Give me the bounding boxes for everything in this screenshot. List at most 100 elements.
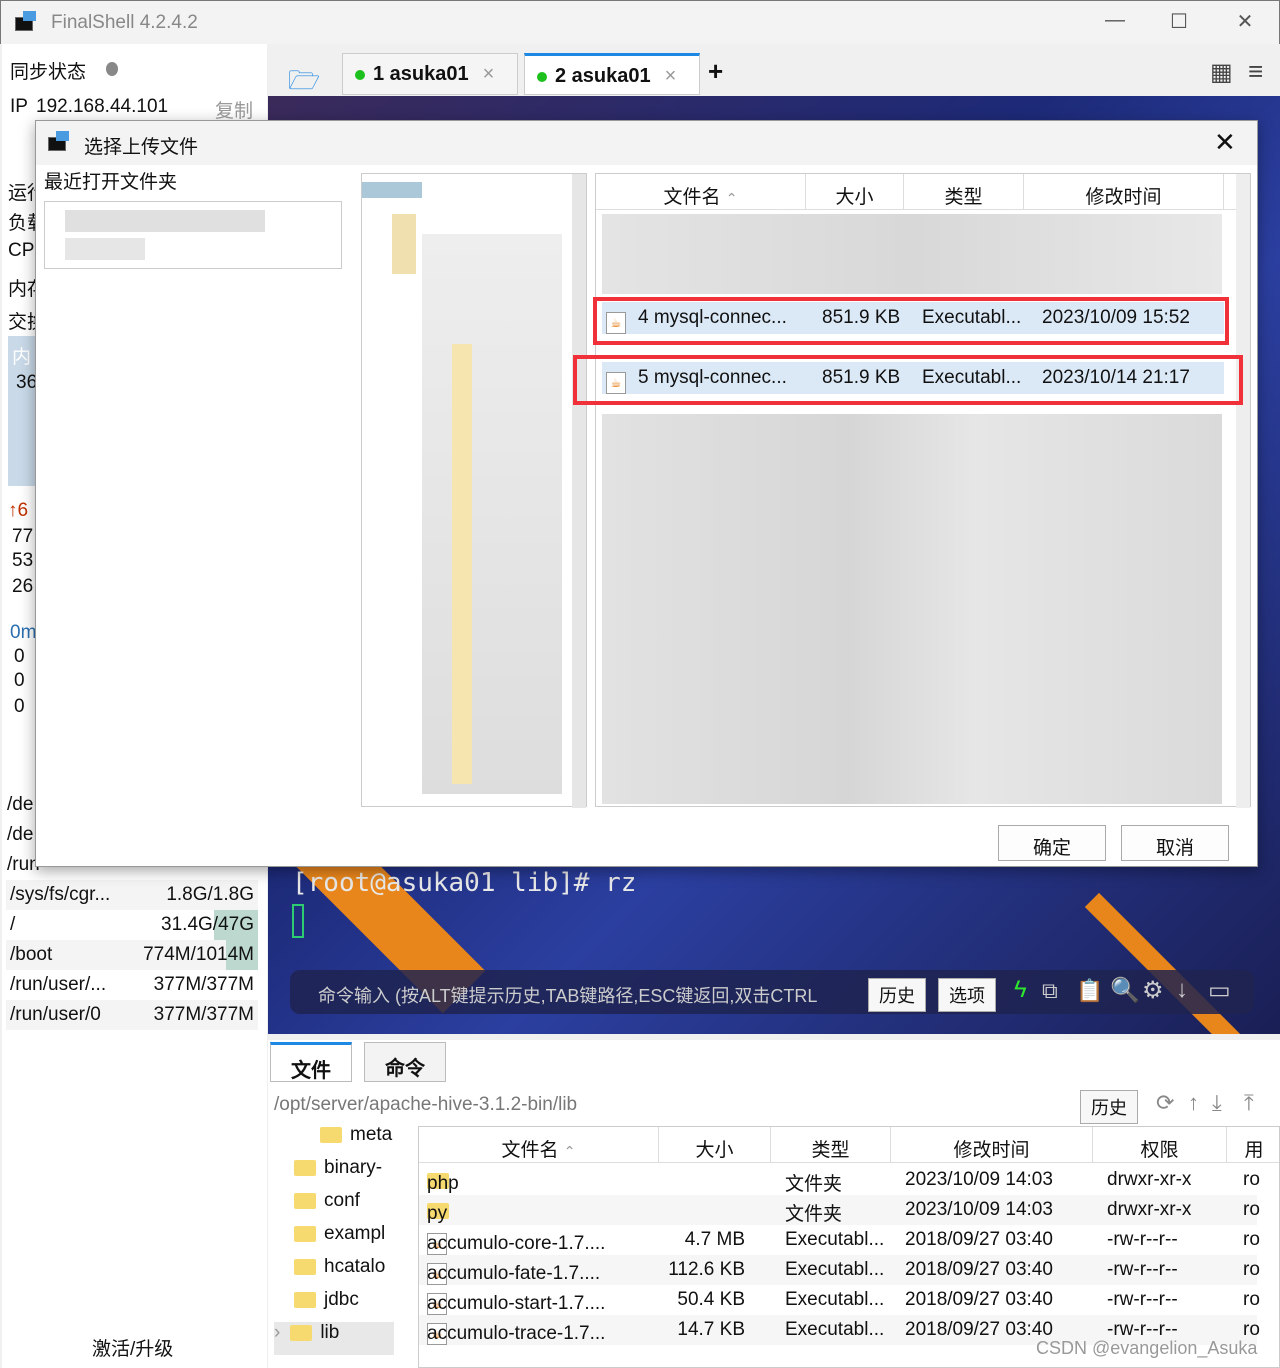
ok-button[interactable]: 确定	[998, 825, 1106, 861]
tree-scrollbar[interactable]	[572, 174, 586, 808]
file-user: ro	[1243, 1259, 1260, 1280]
activate-upgrade-link[interactable]: 激活/升级	[92, 1334, 173, 1361]
file-modified: 2023/10/09 14:03	[905, 1199, 1053, 1220]
lightning-icon[interactable]: ϟ	[1014, 976, 1027, 1004]
col-modified[interactable]: 修改时间	[1024, 174, 1224, 210]
file-permissions: -rw-r--r--	[1107, 1289, 1178, 1310]
menu-icon[interactable]: ≡	[1248, 56, 1263, 87]
col-user[interactable]: 用	[1227, 1127, 1279, 1163]
file-name: accumulo-trace-1.7...	[427, 1323, 606, 1344]
recent-folders-list[interactable]	[44, 201, 342, 269]
remote-file-header: 文件名 ⌃ 大小 类型 修改时间 权限 用	[419, 1127, 1279, 1163]
copy-icon[interactable]: ⧉	[1042, 978, 1058, 1004]
tree-item[interactable]: hcatalo	[294, 1256, 385, 1289]
tab-label: 1 asuka01	[373, 63, 469, 85]
up-dir-icon[interactable]: ↑	[1188, 1090, 1199, 1116]
maximize-button[interactable]: ☐	[1159, 9, 1199, 37]
arrow-down-icon[interactable]: ↓	[1176, 976, 1188, 1004]
minimize-button[interactable]: —	[1095, 9, 1135, 37]
remote-file-list[interactable]: 文件名 ⌃ 大小 类型 修改时间 权限 用 php 文件夹 2023/10/09 1…	[418, 1126, 1280, 1368]
col-modified[interactable]: 修改时间	[891, 1127, 1093, 1163]
file-name: php	[427, 1173, 459, 1194]
tree-item[interactable]: jdbc	[294, 1289, 359, 1322]
upload-speed: ↑6	[8, 500, 29, 521]
dialog-close-button[interactable]: ✕	[1214, 127, 1236, 158]
tab-session-2[interactable]: 2 asuka01 ×	[524, 53, 700, 95]
col-type[interactable]: 类型	[771, 1127, 891, 1163]
file-row[interactable]: php 文件夹 2023/10/09 14:03 drwxr-xr-x ro	[419, 1165, 1260, 1195]
terminal-prompt: [root@asuka01 lib]# rz	[292, 868, 637, 898]
tree-item[interactable]: exampl	[294, 1223, 385, 1256]
file-modified: 2018/09/27 03:40	[905, 1319, 1053, 1340]
dir-tree[interactable]: meta binary- conf exampl hcatalo jdbc › l…	[268, 1124, 408, 1368]
file-size: 50.4 KB	[677, 1289, 745, 1310]
copy-ip-button[interactable]: 复制	[215, 96, 253, 123]
file-permissions: -rw-r--r--	[1107, 1259, 1178, 1280]
col-size[interactable]: 大小	[659, 1127, 771, 1163]
tree-item-selected[interactable]: › lib	[274, 1322, 394, 1355]
options-button[interactable]: 选项	[938, 978, 996, 1012]
file-row[interactable]: ☕ accumulo-core-1.7.... 4.7 MB Executabl...…	[419, 1225, 1260, 1255]
tree-item[interactable]: binary-	[294, 1157, 382, 1190]
file-user: ro	[1243, 1169, 1260, 1190]
download-icon[interactable]: ⤓	[1212, 1090, 1222, 1116]
upload-file-dialog: 选择上传文件 ✕ 最近打开文件夹 文件名 ⌃ 大小 类型 修改时间 ☕ 4 mys…	[35, 120, 1258, 867]
tree-item[interactable]: meta	[320, 1124, 392, 1157]
disk-row: /boot 774M/1014M	[6, 940, 258, 970]
file-permissions: drwxr-xr-x	[1107, 1169, 1192, 1190]
latency-value: 0m	[10, 622, 37, 643]
command-input[interactable]: 命令输入 (按ALT键提示历史,TAB键路径,ESC键返回,双击CTRL	[318, 982, 817, 1008]
latency-row: 0	[14, 646, 25, 667]
col-size[interactable]: 大小	[806, 174, 904, 210]
close-tab-icon[interactable]: ×	[483, 63, 495, 85]
watermark: CSDN @evangelion_Asuka	[1036, 1338, 1258, 1358]
file-row[interactable]: ☕ accumulo-fate-1.7.... 112.6 KB Executabl.…	[419, 1255, 1260, 1285]
tab-commands[interactable]: 命令	[364, 1042, 446, 1082]
net-value: 53	[12, 550, 34, 571]
file-size: 4.7 MB	[684, 1229, 745, 1250]
search-icon[interactable]: 🔍	[1110, 976, 1140, 1005]
file-list[interactable]: 文件名 ⌃ 大小 类型 修改时间 ☕ 4 mysql-connec... 851.9…	[595, 173, 1251, 808]
disk-name: /de	[7, 794, 34, 815]
close-tab-icon[interactable]: ×	[665, 65, 677, 87]
sync-status-label: 同步状态	[10, 62, 87, 83]
history-button[interactable]: 历史	[868, 978, 926, 1012]
upload-icon[interactable]: ⤒	[1244, 1090, 1254, 1116]
latency-row: 0	[14, 670, 25, 691]
file-name: accumulo-start-1.7....	[427, 1293, 606, 1314]
tab-label: 2 asuka01	[555, 65, 651, 87]
refresh-icon[interactable]: ⟳	[1156, 1090, 1174, 1116]
tree-item[interactable]: conf	[294, 1190, 360, 1223]
path-history-button[interactable]: 历史	[1080, 1090, 1138, 1124]
file-user: ro	[1243, 1229, 1260, 1250]
folder-tree[interactable]	[361, 173, 587, 808]
window-icon[interactable]: ▭	[1208, 976, 1231, 1005]
file-user: ro	[1243, 1289, 1260, 1310]
net-value: 26	[12, 576, 34, 597]
cancel-button[interactable]: 取消	[1121, 825, 1229, 861]
col-permissions[interactable]: 权限	[1093, 1127, 1227, 1163]
recent-folders-label: 最近打开文件夹	[44, 172, 178, 193]
file-row[interactable]: ☕ accumulo-start-1.7.... 50.4 KB Executabl.…	[419, 1285, 1260, 1315]
process-tab[interactable]: 内	[12, 342, 31, 369]
net-value: 77	[12, 526, 34, 547]
file-size: 14.7 KB	[677, 1319, 745, 1340]
paste-icon[interactable]: 📋	[1076, 978, 1103, 1004]
col-name[interactable]: 文件名 ⌃	[419, 1127, 659, 1163]
tab-session-1[interactable]: 1 asuka01 ×	[342, 53, 518, 95]
col-name[interactable]: 文件名 ⌃	[596, 174, 806, 210]
file-row[interactable]: py 文件夹 2023/10/09 14:03 drwxr-xr-x ro	[419, 1195, 1260, 1225]
add-tab-button[interactable]: +	[708, 56, 723, 87]
file-type: Executabl...	[785, 1319, 885, 1340]
file-list-scrollbar[interactable]	[1236, 174, 1250, 808]
tab-files[interactable]: 文件	[270, 1042, 352, 1082]
gear-icon[interactable]: ⚙	[1142, 976, 1164, 1005]
grid-view-icon[interactable]: ▦	[1210, 58, 1233, 87]
close-button[interactable]: ✕	[1225, 9, 1265, 37]
terminal-cursor	[292, 904, 304, 938]
current-path[interactable]: /opt/server/apache-hive-3.1.2-bin/lib	[274, 1094, 577, 1116]
col-type[interactable]: 类型	[904, 174, 1024, 210]
ip-label: IP	[10, 96, 28, 117]
file-name: accumulo-core-1.7....	[427, 1233, 606, 1254]
file-permissions: drwxr-xr-x	[1107, 1199, 1192, 1220]
